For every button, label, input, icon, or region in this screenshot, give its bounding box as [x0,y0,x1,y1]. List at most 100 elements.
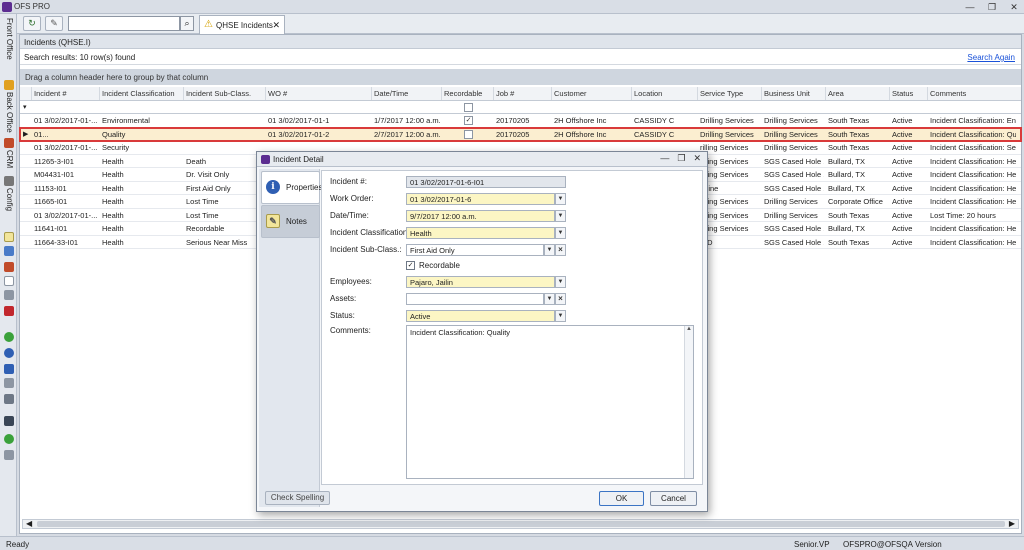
cancel-button[interactable]: Cancel [650,491,697,506]
column-header[interactable]: Job # [496,89,550,99]
ok-button[interactable]: OK [599,491,644,506]
table-cell: Active [892,224,913,233]
date-time-field[interactable]: 9/7/2017 12:00 a.m. [406,210,555,222]
column-header[interactable]: Service Type [700,89,760,99]
table-cell: Security [102,143,130,152]
scroll-right-icon[interactable]: ▶ [1009,519,1015,528]
recordable-checkbox[interactable]: ✓ [464,116,473,125]
clear-button[interactable]: ✎ [45,16,63,31]
tab-qhse-incidents[interactable]: ⚠ QHSE Incidents ✕ [199,15,285,34]
column-header[interactable]: Customer [554,89,630,99]
globe-icon[interactable] [4,348,14,358]
dialog-restore-icon[interactable]: ❐ [677,153,685,164]
column-header[interactable]: Location [634,89,696,99]
search-input[interactable] [68,16,180,31]
search-again-link[interactable]: Search Again [967,53,1015,62]
status-dropdown-icon[interactable]: ▼ [555,310,566,322]
column-separator[interactable] [371,87,372,100]
dialog-minimize-icon[interactable]: ― [660,153,669,164]
recordable-checkbox[interactable] [464,129,473,139]
employees-dropdown-icon[interactable]: ▼ [555,276,566,288]
column-header[interactable]: Incident Sub-Class. [186,89,264,99]
scroll-thumb[interactable] [37,521,1005,527]
status-field[interactable]: Active [406,310,555,322]
date-picker-dropdown-icon[interactable]: ▼ [555,210,566,222]
help-icon[interactable] [4,434,14,444]
column-header[interactable]: Area [828,89,888,99]
recordable-filter-checkbox[interactable] [464,102,473,112]
tab-front-office[interactable]: Front Office [0,18,17,78]
comments-textarea[interactable]: Incident Classification: Quality ▲ [406,325,694,479]
calculator-icon[interactable] [4,394,14,404]
minimize-icon[interactable]: ― [964,1,976,13]
tab-config[interactable]: Config [0,188,17,222]
table-cell: Drilling Services [764,116,818,125]
classification-field[interactable]: Health [406,227,555,239]
assets-field[interactable] [406,293,544,305]
refresh-icon[interactable] [4,332,14,342]
tab-close-icon[interactable]: ✕ [272,20,280,31]
dialog-close-icon[interactable]: ✕ [693,153,701,164]
column-header[interactable]: Status [892,89,926,99]
column-separator[interactable] [631,87,632,100]
mail-icon[interactable] [4,450,14,460]
sub-class-field[interactable]: First Aid Only [406,244,544,256]
refresh-button[interactable]: ↻ [23,16,41,31]
search-button[interactable]: ⌕ [180,16,194,31]
filter-icon[interactable]: ▾ [23,103,27,111]
tools-icon[interactable] [4,306,14,316]
report-icon[interactable] [4,262,14,272]
print-icon[interactable] [4,378,14,388]
work-order-dropdown-icon[interactable]: ▼ [555,193,566,205]
column-separator[interactable] [31,87,32,100]
check-spelling-button[interactable]: Check Spelling [265,491,330,505]
column-separator[interactable] [441,87,442,100]
column-separator[interactable] [927,87,928,100]
column-header[interactable]: Date/Time [374,89,440,99]
sub-class-clear-icon[interactable]: × [555,244,566,256]
table-row[interactable]: 01 3/02/2017-01-... Environmental 01 3/02/… [20,114,1021,128]
column-header[interactable]: WO # [268,89,370,99]
grid-icon[interactable] [4,246,14,256]
group-by-bar[interactable]: Drag a column header here to group by th… [20,69,1021,85]
column-separator[interactable] [551,87,552,100]
column-separator[interactable] [825,87,826,100]
scroll-left-icon[interactable]: ◀ [26,519,32,528]
employees-field[interactable]: Pajaro, Jailin [406,276,555,288]
assets-clear-icon[interactable]: × [555,293,566,305]
column-header[interactable]: Incident # [34,89,98,99]
horizontal-scrollbar[interactable]: ◀ ▶ [22,519,1019,529]
recordable-checkbox[interactable]: ✓ [406,261,415,270]
copy-icon[interactable] [4,290,14,300]
monitor-icon[interactable] [4,416,14,426]
notes-icon[interactable] [4,232,14,242]
column-separator[interactable] [265,87,266,100]
classification-dropdown-icon[interactable]: ▼ [555,227,566,239]
column-separator[interactable] [493,87,494,100]
column-separator[interactable] [697,87,698,100]
nav-properties[interactable]: i Properties [261,171,322,204]
work-order-field[interactable]: 01 3/02/2017-01-6 [406,193,555,205]
column-header[interactable]: Incident Classification [102,89,182,99]
document-icon[interactable] [4,276,14,286]
column-header[interactable]: Business Unit [764,89,824,99]
table-row[interactable]: ▶ 01... Quality 01 3/02/2017-01-2 2/7/2017 1… [19,126,1022,142]
nav-notes[interactable]: ✎ Notes [261,205,320,238]
column-separator[interactable] [889,87,890,100]
map-icon[interactable] [4,364,14,374]
table-cell: Incident Classification: Health [930,224,1016,233]
column-separator[interactable] [99,87,100,100]
assets-dropdown-icon[interactable]: ▼ [544,293,555,305]
restore-icon[interactable]: ❐ [986,1,998,13]
column-header[interactable]: Recordable [444,89,492,99]
column-header[interactable]: Comments [930,89,1016,99]
table-cell: Active [892,183,913,193]
column-separator[interactable] [183,87,184,100]
column-separator[interactable] [761,87,762,100]
tab-crm[interactable]: CRM [0,150,17,172]
close-icon[interactable]: ✕ [1008,1,1020,13]
sub-class-dropdown-icon[interactable]: ▼ [544,244,555,256]
comments-scrollbar[interactable]: ▲ [684,326,693,478]
grid-filter-row[interactable]: ▾ [20,100,1021,114]
table-cell: 11153-I01 [34,183,67,193]
